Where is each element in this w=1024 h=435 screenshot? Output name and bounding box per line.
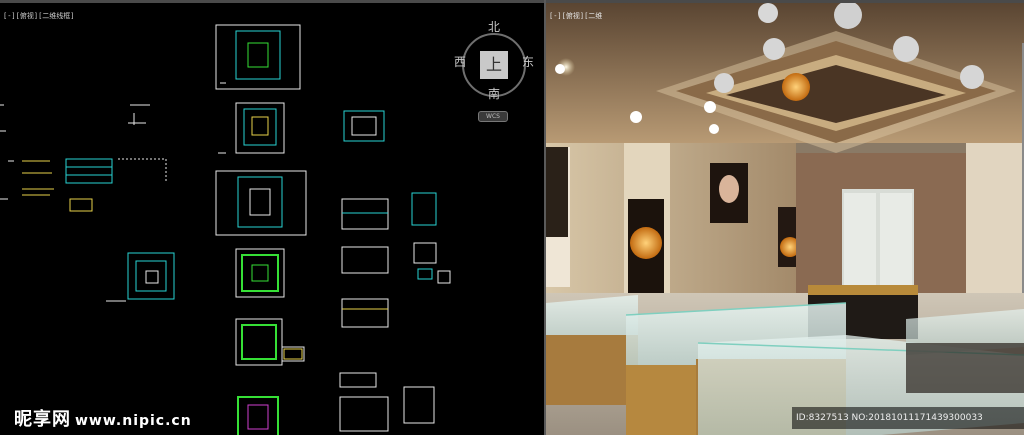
floor-plan-4 xyxy=(235,248,285,298)
watermark-url: www.nipic.cn xyxy=(75,413,192,429)
site-watermark: 昵享网 www.nipic.cn xyxy=(14,405,192,431)
image-id-watermark: ID:8327513 NO:20181011171439300033 xyxy=(792,407,1024,429)
watermark-brand: 昵享网 xyxy=(14,409,71,430)
cad-viewport-label[interactable]: [-][俯视][二维线框] xyxy=(3,11,75,21)
compass-east[interactable]: 东 xyxy=(522,53,534,70)
rendered-store-interior xyxy=(546,3,1024,435)
compass-south[interactable]: 南 xyxy=(488,85,500,102)
floor-plan-7 xyxy=(343,110,385,142)
elevation-2 xyxy=(341,246,389,274)
elevation-3 xyxy=(341,298,389,328)
viewcube[interactable]: 北 南 西 东 上 WCS xyxy=(452,15,536,123)
compass-north[interactable]: 北 xyxy=(488,18,500,35)
legend-table xyxy=(65,158,113,184)
elevation-4 xyxy=(339,372,377,388)
viewcube-top-face[interactable]: 上 xyxy=(480,51,508,79)
floor-plan-3 xyxy=(215,170,307,236)
elevation-1 xyxy=(341,198,389,230)
compass-west[interactable]: 西 xyxy=(454,53,466,70)
elevation-5 xyxy=(339,396,389,432)
render-viewport[interactable]: [-][俯视][二维 ID:8327513 NO:201810111714393… xyxy=(546,0,1024,435)
floor-plan-8 xyxy=(127,252,175,300)
wcs-menu-button[interactable]: WCS xyxy=(478,111,508,122)
render-viewport-label[interactable]: [-][俯视][二维 xyxy=(549,11,602,21)
cad-viewport[interactable]: [-][俯视][二维线框] 北 南 西 东 上 WCS 昵享网 www.nipic… xyxy=(0,0,544,435)
